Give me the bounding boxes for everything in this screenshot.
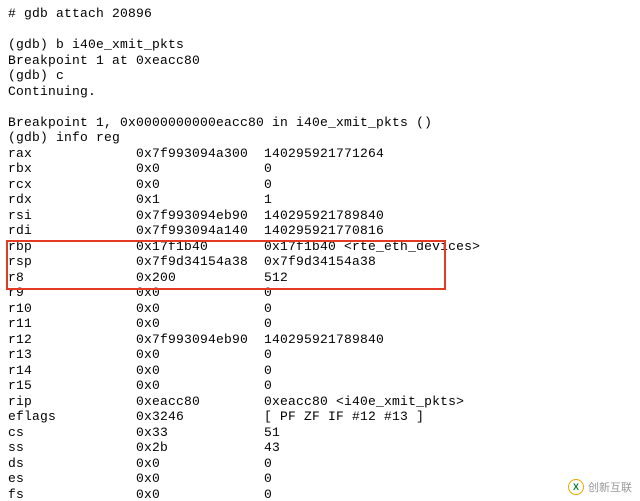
terminal-output: # gdb attach 20896 (gdb) b i40e_xmit_pkt… (0, 0, 640, 501)
